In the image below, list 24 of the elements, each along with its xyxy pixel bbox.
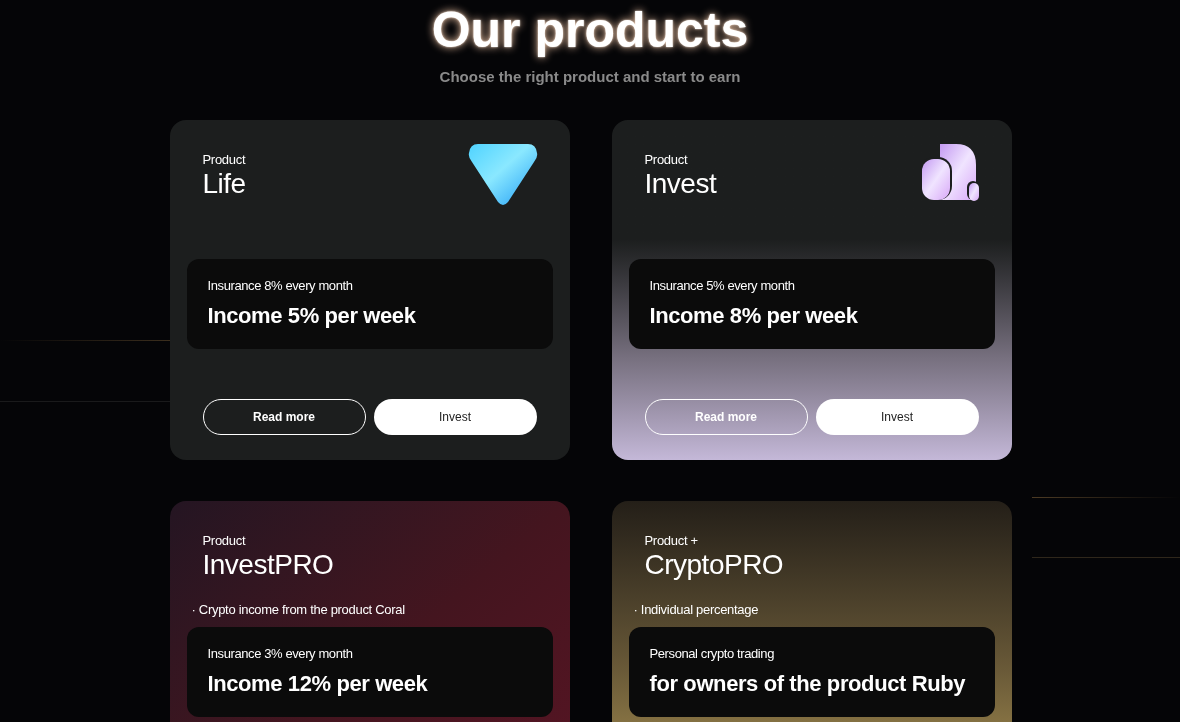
income-text: for owners of the product Ruby xyxy=(649,670,967,698)
product-label: Product xyxy=(644,152,689,168)
insurance-text: Insurance 3% every month xyxy=(207,646,354,662)
income-text: Income 8% per week xyxy=(649,302,859,330)
income-text: Income 5% per week xyxy=(207,302,417,330)
page-subtitle: Choose the right product and start to earn xyxy=(439,67,741,87)
gem-icon xyxy=(467,143,538,206)
product-label: Product xyxy=(202,533,247,549)
product-name: Life xyxy=(202,168,246,200)
product-name: CryptoPRO xyxy=(644,549,784,581)
product-name: Invest xyxy=(644,168,717,200)
coins-icon xyxy=(919,143,980,201)
product-label: Product xyxy=(202,152,246,168)
product-name: InvestPRO xyxy=(202,549,334,581)
insurance-text: Insurance 8% every month xyxy=(207,278,354,294)
invest-button[interactable]: Invest xyxy=(373,399,537,435)
income-text: Income 12% per week xyxy=(207,670,429,698)
insurance-text: Personal crypto trading xyxy=(649,646,775,662)
product-note: · Individual percentage xyxy=(633,602,759,618)
product-label: Product + xyxy=(644,533,699,549)
page-title: Our products xyxy=(431,2,749,58)
product-note: · Crypto income from the product Coral xyxy=(191,602,405,618)
invest-button[interactable]: Invest xyxy=(815,399,979,435)
insurance-text: Insurance 5% every month xyxy=(649,278,796,294)
